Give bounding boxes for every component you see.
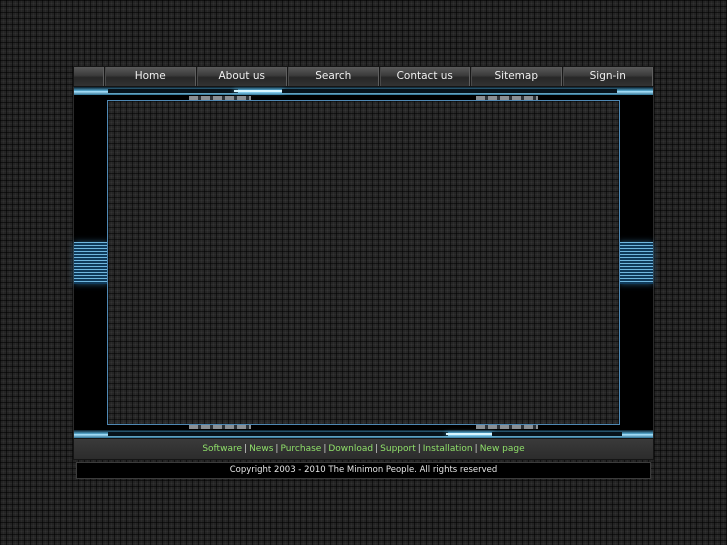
nav-item-sign-in[interactable]: Sign-in <box>563 67 654 86</box>
footer-links-bar: Software | News | Purchase | Download | Support |… <box>73 438 654 460</box>
right-side-grill <box>619 242 653 284</box>
main-nav: Home About us Search Contact us Sitemap … <box>73 66 654 87</box>
strip-glow-segment <box>446 433 494 435</box>
strip-dark-segment <box>492 432 622 436</box>
link-separator: | <box>474 444 478 454</box>
nav-item-contact-us[interactable]: Contact us <box>380 67 471 86</box>
strip-dark-segment <box>108 89 238 93</box>
top-glow-strip <box>74 87 653 95</box>
footer-link-news[interactable]: News <box>249 444 273 454</box>
bottom-right-tabs <box>476 425 538 429</box>
main-frame <box>73 87 654 438</box>
copyright-text: Copyright 2003 - 2010 The Minimon People… <box>76 462 651 479</box>
nav-item-home[interactable]: Home <box>105 67 197 86</box>
bottom-left-tabs <box>189 425 251 429</box>
footer-link-download[interactable]: Download <box>328 444 373 454</box>
nav-spacer <box>74 67 105 86</box>
footer-link-new-page[interactable]: New page <box>480 444 525 454</box>
link-separator: | <box>323 444 327 454</box>
strip-dark-segment <box>108 432 448 436</box>
nav-item-sitemap[interactable]: Sitemap <box>471 67 563 86</box>
link-separator: | <box>244 444 248 454</box>
strip-dark-segment <box>282 89 617 93</box>
content-area <box>107 100 620 425</box>
nav-item-search[interactable]: Search <box>288 67 380 86</box>
link-separator: | <box>275 444 279 454</box>
footer-link-installation[interactable]: Installation <box>423 444 473 454</box>
nav-item-about-us[interactable]: About us <box>197 67 288 86</box>
footer-link-purchase[interactable]: Purchase <box>280 444 321 454</box>
link-separator: | <box>375 444 379 454</box>
link-separator: | <box>417 444 421 454</box>
left-side-grill <box>74 242 108 284</box>
strip-glow-segment <box>234 90 284 92</box>
footer-link-support[interactable]: Support <box>380 444 416 454</box>
footer-link-software[interactable]: Software <box>202 444 242 454</box>
bottom-glow-strip <box>74 430 653 438</box>
